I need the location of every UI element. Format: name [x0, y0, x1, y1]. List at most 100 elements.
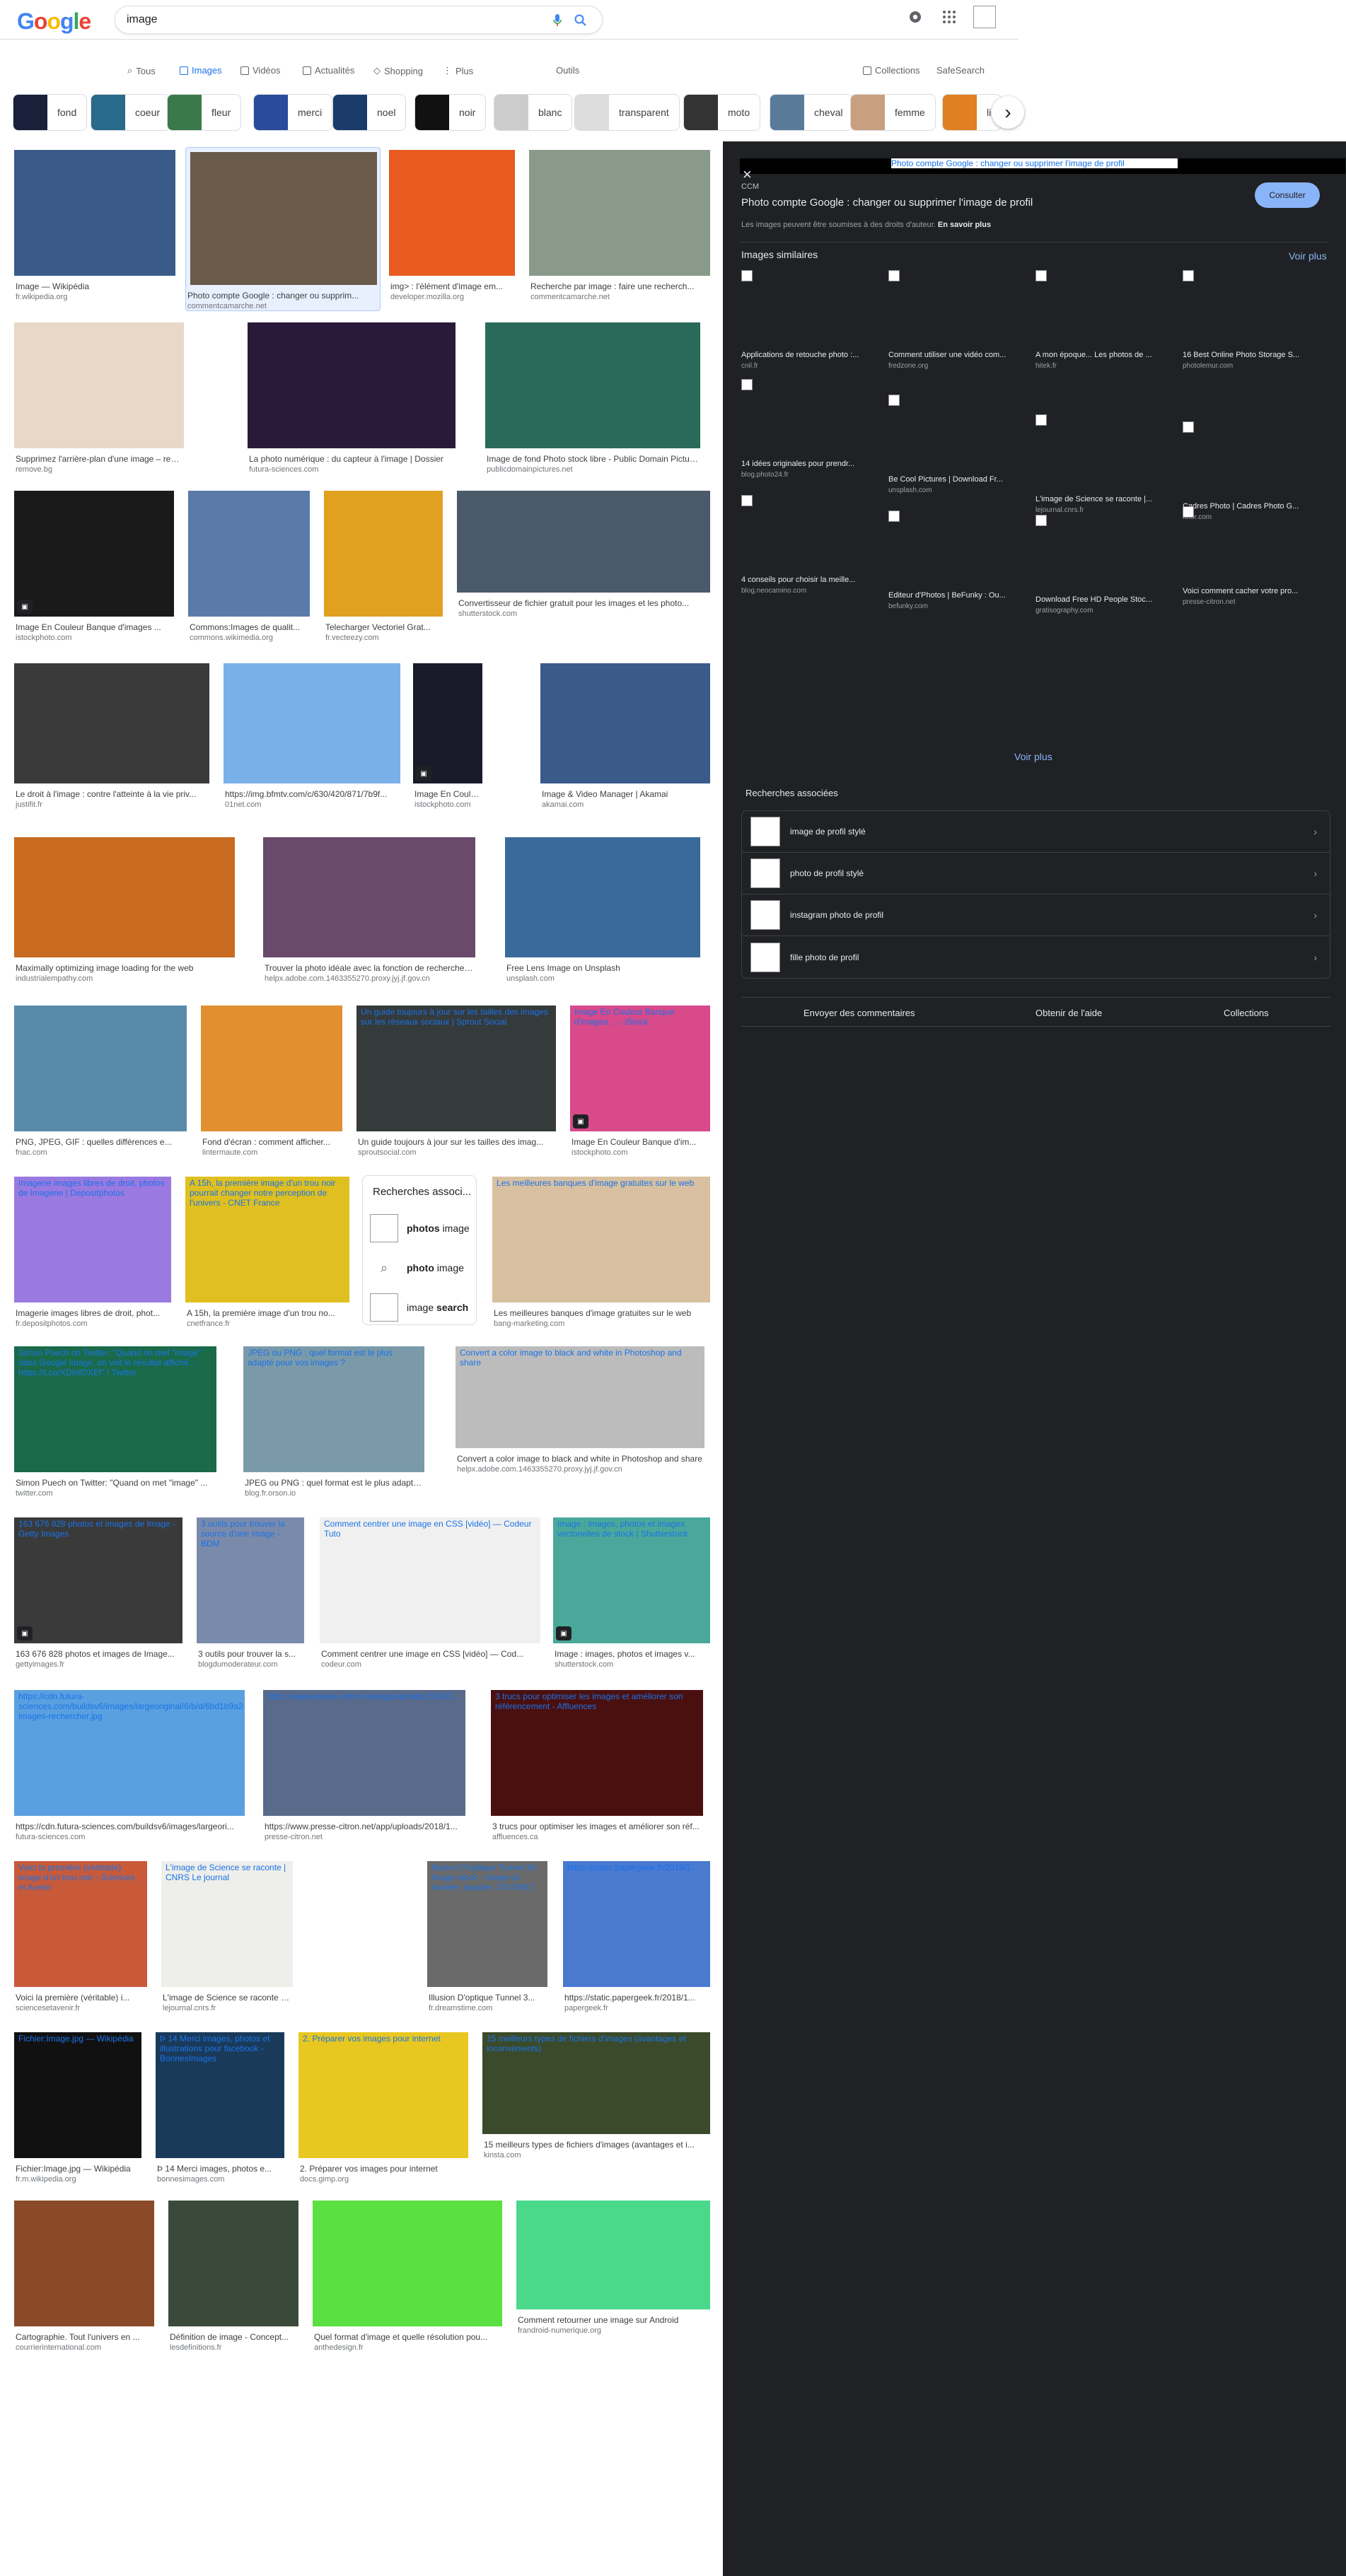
result-thumbnail[interactable]: L'image de Science se raconte | CNRS Le … [161, 1861, 293, 1987]
similar-thumbnail[interactable] [888, 511, 900, 522]
result-thumbnail[interactable]: Þ 14 Merci images, photos et illustratio… [156, 2032, 284, 2158]
similar-caption[interactable]: Be Cool Pictures | Download Fr... [888, 475, 1024, 484]
result-caption[interactable]: 3 trucs pour optimiser les images et amé… [492, 1822, 702, 1831]
result-caption[interactable]: Image de fond Photo stock libre - Public… [487, 454, 699, 464]
result-thumbnail[interactable] [263, 837, 475, 957]
result-thumbnail[interactable]: Image En Couleur Banque d'images ... - i… [570, 1006, 710, 1131]
account-avatar[interactable] [973, 6, 996, 28]
get-help-link[interactable]: Obtenir de l'aide [1035, 1008, 1102, 1018]
result-caption[interactable]: Définition de image - Concept... [170, 2332, 297, 2342]
related-search-item[interactable]: image search [370, 1290, 468, 1324]
similar-thumbnail[interactable] [1183, 421, 1194, 433]
result-thumbnail[interactable] [188, 491, 310, 617]
send-feedback-link[interactable]: Envoyer des commentaires [803, 1008, 915, 1018]
see-more-bottom-link[interactable]: Voir plus [1014, 751, 1052, 762]
related-search-item[interactable]: photo de profil stylé › [742, 853, 1330, 894]
image-result[interactable]: Comment centrer une image en CSS [vidéo]… [320, 1517, 540, 1674]
result-thumbnail[interactable]: 2. Préparer vos images pour internet [298, 2032, 468, 2158]
similar-caption[interactable]: Cadres Photo | Cadres Photo G... [1183, 502, 1318, 511]
image-result[interactable]: Free Lens Image on Unsplash unsplash.com [505, 837, 700, 989]
result-thumbnail[interactable] [14, 2201, 154, 2326]
tab-more[interactable]: ⋮ Plus [443, 65, 473, 76]
related-search-item[interactable]: ⌕ photo image [370, 1251, 464, 1285]
result-caption[interactable]: Cartographie. Tout l'univers en ... [16, 2332, 153, 2342]
image-result[interactable]: Image : images, photos et images vectori… [553, 1517, 710, 1674]
image-result[interactable]: Þ 14 Merci images, photos et illustratio… [156, 2032, 284, 2189]
similar-thumbnail[interactable] [888, 395, 900, 406]
result-caption[interactable]: 15 meilleurs types de fichiers d'images … [484, 2140, 709, 2150]
image-result[interactable]: Convertisseur de fichier gratuit pour le… [457, 491, 710, 624]
result-caption[interactable]: Recherche par image : faire une recherch… [530, 281, 709, 291]
collections-link[interactable]: Collections [863, 65, 920, 76]
tab-videos[interactable]: Vidéos [240, 65, 281, 76]
result-thumbnail[interactable] [201, 1006, 342, 1131]
image-result[interactable]: https://static.papergeek.fr/2018/1... htt… [563, 1861, 710, 2018]
tab-shopping[interactable]: ◇ Shopping [373, 65, 423, 76]
similar-caption[interactable]: Comment utiliser une vidéo com... [888, 351, 1024, 359]
image-result[interactable]: 3 outils pour trouver la source d'une im… [197, 1517, 304, 1674]
close-icon[interactable]: × [743, 165, 752, 184]
image-result[interactable]: Photo compte Google : changer ou supprim… [185, 147, 381, 311]
search-icon[interactable] [574, 13, 588, 28]
image-result[interactable]: ▣ Image En Couleur Banq...istockphoto.com [413, 663, 482, 815]
result-thumbnail[interactable] [529, 150, 710, 276]
image-result[interactable]: Cartographie. Tout l'univers en ... courr… [14, 2201, 154, 2358]
similar-thumbnail[interactable] [1035, 515, 1047, 526]
similar-caption[interactable]: Applications de retouche photo :... [741, 351, 877, 359]
image-result[interactable]: PNG, JPEG, GIF : quelles différences e..… [14, 1006, 187, 1162]
result-caption[interactable]: https://www.presse-citron.net/app/upload… [265, 1822, 464, 1831]
tab-all[interactable]: ⌕ Tous [127, 65, 156, 76]
similar-thumbnail[interactable] [1183, 270, 1194, 281]
similar-caption[interactable]: 16 Best Online Photo Storage S... [1183, 351, 1318, 359]
result-thumbnail[interactable] [14, 837, 235, 957]
result-caption[interactable]: img> : l'élément d'image em... [390, 281, 514, 291]
image-result[interactable]: Définition de image - Concept... lesdefin… [168, 2201, 298, 2358]
result-caption[interactable]: Image — Wikipédia [16, 281, 174, 291]
image-result[interactable]: ▣ Image En Couleur Banque d'images ... ist… [14, 491, 174, 648]
result-thumbnail[interactable] [389, 150, 515, 276]
result-thumbnail[interactable] [313, 2201, 502, 2326]
result-caption[interactable]: Image En Couleur Banque d'images ... [16, 622, 173, 632]
result-caption[interactable]: Image : images, photos et images v... [555, 1649, 709, 1659]
result-caption[interactable]: Comment centrer une image en CSS [vidéo]… [321, 1649, 539, 1659]
image-result[interactable]: Image — Wikipédia fr.wikipedia.org [14, 150, 175, 307]
result-thumbnail[interactable]: Les meilleures banques d'image gratuites… [492, 1177, 710, 1302]
image-result[interactable]: Recherche par image : faire une recherch… [529, 150, 710, 307]
result-thumbnail[interactable]: https://static.papergeek.fr/2018/1... [563, 1861, 710, 1987]
result-caption[interactable]: 2. Préparer vos images pour internet [300, 2164, 467, 2174]
result-caption[interactable]: Image En Couleur Banque d'im... [572, 1137, 709, 1147]
result-thumbnail[interactable] [505, 837, 700, 957]
result-caption[interactable]: Image En Couleur Banq... [414, 789, 481, 799]
chip-merci[interactable]: merci [253, 94, 333, 131]
result-thumbnail[interactable] [190, 152, 377, 285]
result-thumbnail[interactable]: Comment centrer une image en CSS [vidéo]… [320, 1517, 540, 1643]
google-logo[interactable]: Google [17, 8, 91, 35]
result-thumbnail[interactable]: 3 trucs pour optimiser les images et amé… [491, 1690, 703, 1816]
image-result[interactable]: Fond d'écran : comment afficher... linter… [201, 1006, 342, 1162]
similar-caption[interactable]: 14 idées originales pour prendr... [741, 460, 877, 468]
result-thumbnail[interactable] [324, 491, 443, 617]
see-more-link[interactable]: Voir plus [1289, 250, 1327, 262]
image-result[interactable]: Supprimez l'arrière-plan d'une image – r… [14, 322, 184, 479]
result-thumbnail[interactable]: 3 outils pour trouver la source d'une im… [197, 1517, 304, 1643]
related-search-item[interactable]: instagram photo de profil › [742, 894, 1330, 936]
related-search-item[interactable]: photos image [370, 1211, 470, 1245]
result-thumbnail[interactable] [14, 491, 174, 617]
chip-coeur[interactable]: coeur [91, 94, 171, 131]
chip-fond[interactable]: fond [13, 94, 88, 131]
result-thumbnail[interactable]: Imagerie images libres de droit, photos … [14, 1177, 171, 1302]
result-caption[interactable]: Image & Video Manager | Akamai [542, 789, 709, 799]
result-caption[interactable]: Commons:Images de qualit... [190, 622, 308, 632]
similar-caption[interactable]: Editeur d'Photos | BeFunky : Ou... [888, 591, 1024, 600]
result-caption[interactable]: JPEG ou PNG : quel format est le plus ad… [245, 1478, 423, 1488]
tab-images[interactable]: Images [180, 65, 222, 76]
result-caption[interactable]: 163 676 828 photos et images de Image... [16, 1649, 181, 1659]
image-result[interactable]: Convert a color image to black and white… [456, 1346, 704, 1479]
image-result[interactable]: Trouver la photo idéale avec la fonction… [263, 837, 475, 989]
result-thumbnail[interactable]: Convert a color image to black and white… [456, 1346, 704, 1448]
apps-grid-icon[interactable] [941, 8, 958, 25]
chip-transparent[interactable]: transparent [574, 94, 680, 131]
result-caption[interactable]: Comment retourner une image sur Android [518, 2315, 709, 2325]
similar-caption[interactable]: Download Free HD People Stoc... [1035, 595, 1171, 604]
image-result[interactable]: Les meilleures banques d'image gratuites… [492, 1177, 710, 1334]
